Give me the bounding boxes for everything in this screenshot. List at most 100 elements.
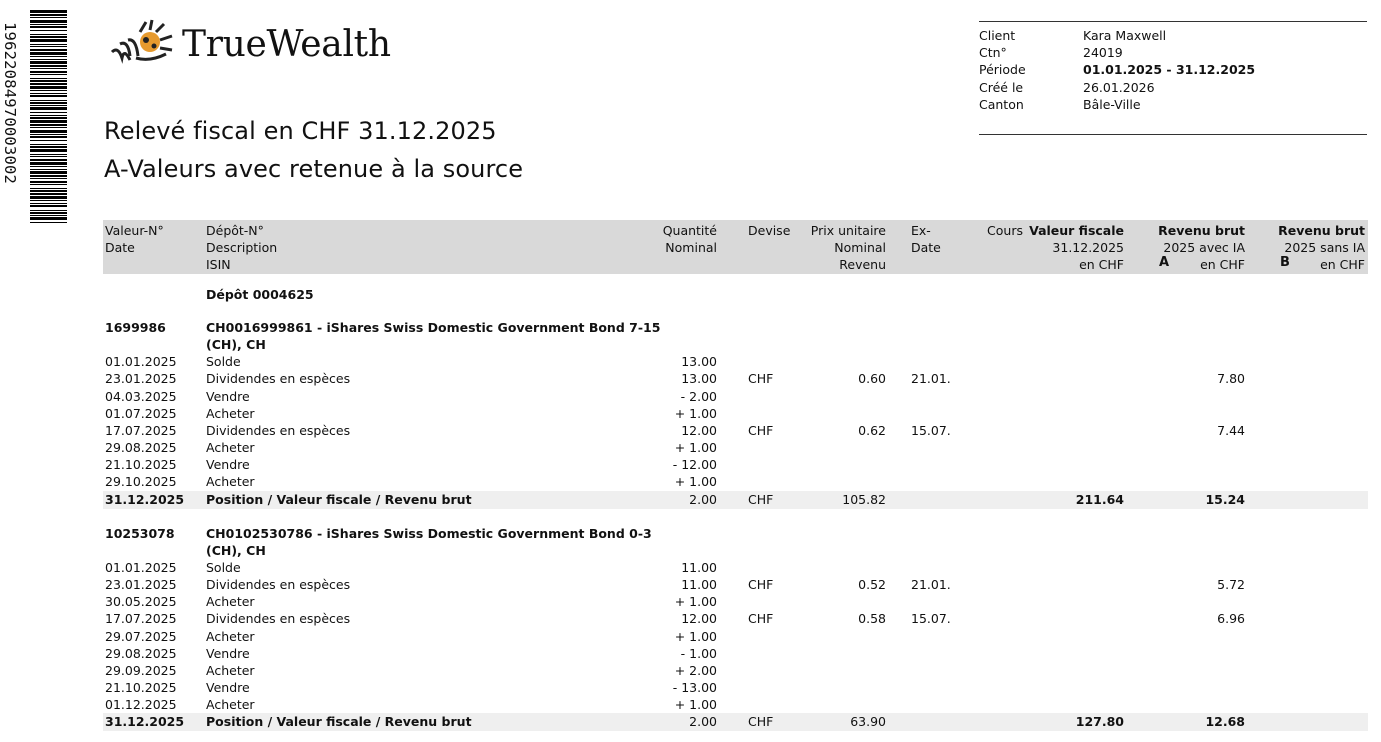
transaction-description: Acheter (206, 697, 255, 713)
total-currency: CHF (748, 491, 774, 507)
total-unit-price: 105.82 (842, 491, 886, 507)
transaction-description: Solde (206, 559, 241, 575)
client-info-value: 01.01.2025 - 31.12.2025 (1083, 62, 1256, 78)
barcode-bar (30, 44, 67, 45)
barcode-bar (30, 93, 67, 94)
transaction-date: 01.01.2025 (105, 354, 177, 370)
barcode-bar (30, 215, 67, 216)
barcode-bar (30, 188, 67, 189)
barcode-bar (30, 200, 67, 201)
header-revenu-b: Revenu brut (1278, 223, 1365, 238)
barcode-bar (30, 184, 67, 185)
barcode-bar (30, 175, 67, 177)
transaction-currency: CHF (748, 611, 774, 627)
client-info-value: 26.01.2026 (1083, 79, 1155, 95)
barcode-bar (30, 210, 67, 211)
header-revenu-a: en CHF (1200, 257, 1245, 272)
depot-label: Dépôt 0004625 (206, 287, 314, 302)
barcode-bar (30, 149, 67, 152)
barcode-bar (30, 222, 67, 223)
transaction-description: Solde (206, 354, 241, 370)
transaction-date: 29.10.2025 (105, 474, 177, 490)
transaction-revenue-a: 5.72 (1217, 577, 1245, 593)
transaction-quantity: 12.00 (681, 422, 717, 438)
client-info-value: 24019 (1083, 45, 1123, 61)
header-revenu-b: en CHF (1320, 257, 1365, 272)
transaction-quantity: 13.00 (681, 354, 717, 370)
barcode-bar (30, 115, 67, 116)
header-prix: Nominal (834, 240, 886, 255)
barcode-bar (30, 24, 67, 25)
transaction-date: 29.08.2025 (105, 645, 177, 661)
transaction-currency: CHF (748, 577, 774, 593)
transaction-date: 23.01.2025 (105, 371, 177, 387)
transaction-quantity: - 13.00 (672, 680, 717, 695)
client-info-label: Période (979, 62, 1026, 78)
security-valeur-no: 1699986 (105, 320, 166, 335)
client-info-label: Client (979, 28, 1016, 43)
transaction-quantity: + 1.00 (674, 697, 717, 713)
header-revenu-b: 2025 sans IA (1284, 240, 1365, 255)
barcode-bar (30, 144, 67, 145)
transaction-quantity: 13.00 (681, 371, 717, 387)
transaction-date: 29.09.2025 (105, 662, 177, 678)
transaction-date: 29.07.2025 (105, 628, 177, 644)
barcode-bar (30, 156, 67, 157)
barcode-bar (30, 10, 67, 13)
total-tax-value: 211.64 (1075, 491, 1124, 507)
transaction-description: Vendre (206, 680, 250, 695)
header-valeur-fiscale: en CHF (1079, 257, 1124, 272)
client-info-box: Client Kara Maxwell Ctn° 24019 Période 01.01.… (979, 21, 1367, 135)
barcode-bar (30, 68, 67, 69)
total-quantity: 2.00 (689, 714, 717, 730)
barcode-bar (30, 52, 67, 55)
barcode-bar (30, 46, 67, 47)
document-title: Relevé fiscal en CHF 31.12.2025 (104, 117, 497, 145)
barcode-bar (30, 95, 67, 97)
barcode-bar (30, 83, 67, 85)
barcode-bar (30, 61, 67, 64)
barcode-bar (30, 80, 67, 82)
security-description: CH0102530786 - iShares Swiss Domestic Go… (206, 525, 652, 541)
barcode-bar (30, 56, 67, 57)
transaction-unit-price: 0.62 (858, 422, 886, 438)
barcode-bar (30, 107, 67, 110)
client-info-value: Kara Maxwell (1083, 28, 1167, 43)
total-description: Position / Valeur fiscale / Revenu brut (206, 714, 472, 730)
barcode-bar (30, 196, 67, 199)
transaction-description: Acheter (206, 594, 255, 610)
transaction-unit-price: 0.58 (858, 611, 886, 627)
barcode-bar (30, 59, 67, 60)
client-info-value: Bâle-Ville (1083, 96, 1141, 112)
transaction-date: 04.03.2025 (105, 388, 177, 404)
barcode-bar (30, 178, 67, 179)
transaction-description: Acheter (206, 405, 255, 421)
transaction-quantity: + 1.00 (674, 405, 717, 421)
barcode-bar (30, 127, 67, 128)
barcode-number: 19622084970003002 (1, 22, 19, 185)
transaction-quantity: - 2.00 (680, 388, 717, 404)
barcode: 19622084970003002 (0, 10, 70, 225)
barcode-bar (30, 90, 67, 91)
client-info-label: Canton (979, 96, 1024, 112)
transaction-description: Acheter (206, 440, 255, 456)
header-ex-date: Ex- (911, 223, 931, 238)
barcode-bar (30, 17, 67, 18)
client-info-label: Ctn° (979, 45, 1007, 61)
header-valeur: Date (105, 240, 135, 255)
barcode-bar (30, 117, 67, 119)
header-valeur: Valeur-N° (105, 223, 164, 238)
transaction-description: Acheter (206, 628, 255, 644)
barcode-bar (30, 190, 67, 192)
transaction-quantity: 11.00 (681, 559, 717, 575)
barcode-bar (30, 20, 67, 23)
transaction-revenue-a: 7.44 (1217, 422, 1245, 438)
header-devise: Devise (748, 223, 791, 238)
transaction-date: 29.08.2025 (105, 440, 177, 456)
barcode-bar (30, 134, 67, 135)
header-cours: Cours (987, 223, 1023, 238)
barcode-bar (30, 124, 67, 126)
total-revenue-a: 12.68 (1205, 714, 1245, 730)
header-prix: Prix unitaire (810, 223, 886, 238)
header-valeur-fiscale: 31.12.2025 (1052, 240, 1124, 255)
